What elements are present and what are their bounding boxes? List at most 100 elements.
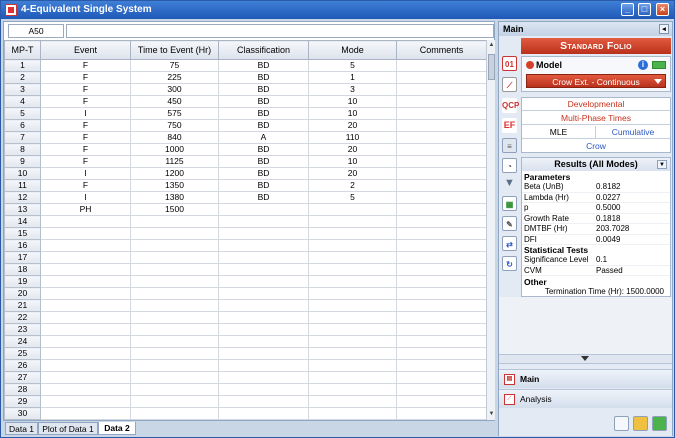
- mode-cell[interactable]: [308, 407, 397, 420]
- mode-cell[interactable]: [308, 371, 397, 384]
- mode-cell[interactable]: [308, 359, 397, 372]
- row-number[interactable]: 26: [4, 359, 41, 372]
- parameters-icon[interactable]: 01: [502, 56, 517, 71]
- crow-option[interactable]: Crow: [522, 140, 670, 153]
- comments-cell[interactable]: [396, 239, 487, 252]
- model-dropdown[interactable]: Crow Ext. - Continuous: [526, 74, 666, 88]
- event-cell[interactable]: [40, 299, 131, 312]
- classification-cell[interactable]: [218, 227, 309, 240]
- event-cell[interactable]: F: [40, 83, 131, 96]
- mode-cell[interactable]: [308, 395, 397, 408]
- comments-cell[interactable]: [396, 83, 487, 96]
- row-number[interactable]: 25: [4, 347, 41, 360]
- column-header[interactable]: Event: [40, 40, 131, 60]
- qcp-icon[interactable]: QCP: [502, 98, 519, 113]
- classification-cell[interactable]: [218, 383, 309, 396]
- event-cell[interactable]: [40, 251, 131, 264]
- panel-splitter[interactable]: [499, 354, 672, 364]
- tab-plot-of-data-1[interactable]: Plot of Data 1: [38, 422, 98, 435]
- mode-cell[interactable]: [308, 311, 397, 324]
- mode-cell[interactable]: [308, 215, 397, 228]
- scroll-down-icon[interactable]: ▼: [488, 410, 495, 418]
- row-number[interactable]: 11: [4, 179, 41, 192]
- gauge-icon[interactable]: ◔: [502, 158, 517, 173]
- time-cell[interactable]: [130, 335, 219, 348]
- time-cell[interactable]: [130, 263, 219, 276]
- mode-cell[interactable]: 20: [308, 167, 397, 180]
- results-header[interactable]: Results (All Modes) ▼: [522, 158, 670, 171]
- time-cell[interactable]: 1500: [130, 203, 219, 216]
- time-cell[interactable]: [130, 251, 219, 264]
- time-cell[interactable]: [130, 239, 219, 252]
- tab-data-1[interactable]: Data 1: [5, 422, 38, 435]
- row-number[interactable]: 14: [4, 215, 41, 228]
- row-number[interactable]: 8: [4, 143, 41, 156]
- event-cell[interactable]: I: [40, 107, 131, 120]
- column-header[interactable]: Time to Event (Hr): [130, 40, 219, 60]
- comments-cell[interactable]: [396, 299, 487, 312]
- comments-cell[interactable]: [396, 275, 487, 288]
- mode-cell[interactable]: [308, 347, 397, 360]
- tab-data-2[interactable]: Data 2: [98, 422, 136, 435]
- comments-cell[interactable]: [396, 203, 487, 216]
- collapse-panel-icon[interactable]: ◂: [659, 24, 669, 34]
- event-cell[interactable]: [40, 287, 131, 300]
- formula-bar[interactable]: [66, 24, 494, 38]
- time-cell[interactable]: 1380: [130, 191, 219, 204]
- scroll-up-icon[interactable]: ▲: [488, 41, 495, 49]
- table-icon[interactable]: ≡: [502, 138, 517, 153]
- row-number[interactable]: 18: [4, 263, 41, 276]
- info-icon[interactable]: i: [638, 60, 648, 70]
- event-cell[interactable]: [40, 323, 131, 336]
- classification-cell[interactable]: [218, 251, 309, 264]
- classification-cell[interactable]: [218, 203, 309, 216]
- scroll-thumb[interactable]: [488, 54, 495, 80]
- cell-reference-box[interactable]: A50: [8, 24, 64, 38]
- event-cell[interactable]: F: [40, 131, 131, 144]
- event-cell[interactable]: [40, 395, 131, 408]
- classification-cell[interactable]: [218, 299, 309, 312]
- classification-cell[interactable]: BD: [218, 191, 309, 204]
- mode-cell[interactable]: [308, 239, 397, 252]
- mode-cell[interactable]: 10: [308, 155, 397, 168]
- comments-cell[interactable]: [396, 107, 487, 120]
- time-cell[interactable]: [130, 371, 219, 384]
- comments-cell[interactable]: [396, 119, 487, 132]
- mode-cell[interactable]: [308, 275, 397, 288]
- event-cell[interactable]: F: [40, 155, 131, 168]
- time-cell[interactable]: [130, 383, 219, 396]
- event-cell[interactable]: [40, 335, 131, 348]
- close-button[interactable]: ×: [656, 3, 669, 16]
- comments-cell[interactable]: [396, 215, 487, 228]
- comments-cell[interactable]: [396, 263, 487, 276]
- chevron-down-icon[interactable]: ▼: [657, 160, 667, 169]
- comments-cell[interactable]: [396, 347, 487, 360]
- row-number[interactable]: 24: [4, 335, 41, 348]
- row-number[interactable]: 29: [4, 395, 41, 408]
- row-number[interactable]: 4: [4, 95, 41, 108]
- time-cell[interactable]: 840: [130, 131, 219, 144]
- row-number[interactable]: 22: [4, 311, 41, 324]
- refresh-icon[interactable]: ↻: [502, 256, 517, 271]
- classification-cell[interactable]: BD: [218, 119, 309, 132]
- mode-cell[interactable]: 10: [308, 95, 397, 108]
- time-cell[interactable]: [130, 227, 219, 240]
- time-cell[interactable]: 225: [130, 71, 219, 84]
- event-cell[interactable]: F: [40, 59, 131, 72]
- classification-cell[interactable]: [218, 263, 309, 276]
- time-cell[interactable]: 75: [130, 59, 219, 72]
- event-cell[interactable]: [40, 311, 131, 324]
- minimize-button[interactable]: _: [621, 3, 634, 16]
- mode-cell[interactable]: [308, 227, 397, 240]
- report-icon[interactable]: [614, 416, 629, 431]
- nav-main[interactable]: ▤ Main: [499, 369, 672, 388]
- time-cell[interactable]: 1350: [130, 179, 219, 192]
- row-number[interactable]: 5: [4, 107, 41, 120]
- event-cell[interactable]: [40, 239, 131, 252]
- column-header[interactable]: MP-T: [4, 40, 41, 60]
- comments-cell[interactable]: [396, 167, 487, 180]
- event-cell[interactable]: [40, 347, 131, 360]
- event-cell[interactable]: [40, 371, 131, 384]
- mode-cell[interactable]: 5: [308, 59, 397, 72]
- event-cell[interactable]: [40, 263, 131, 276]
